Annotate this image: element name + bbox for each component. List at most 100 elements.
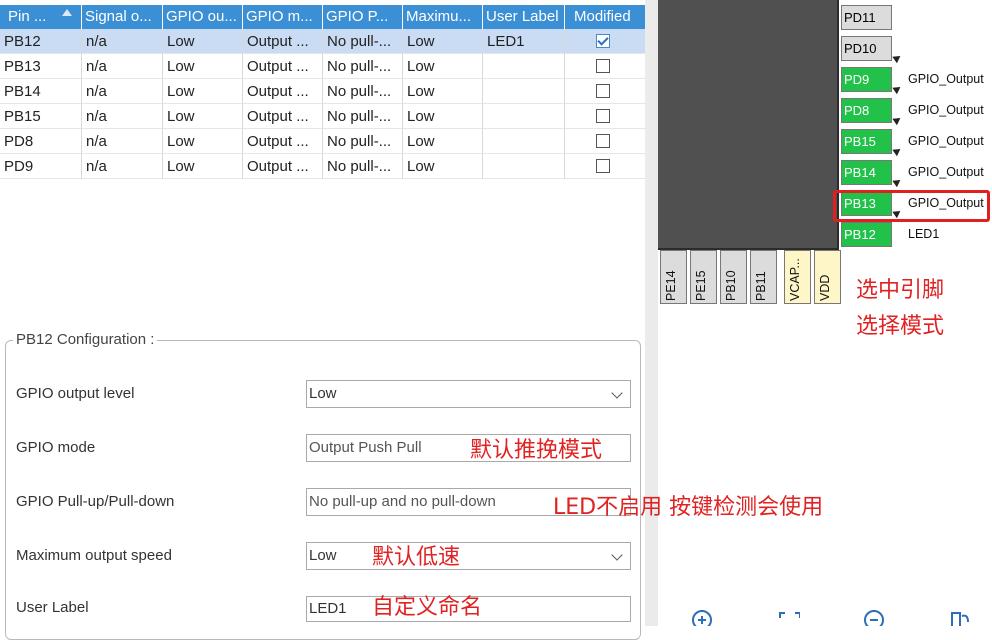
table-row[interactable]: PB14 n/a Low Output ... No pull-... Low <box>0 79 645 104</box>
modified-checkbox[interactable] <box>596 159 610 173</box>
pin-signal-label: GPIO_Output <box>908 165 984 179</box>
rotate-icon[interactable] <box>948 610 970 626</box>
cell-level: Low <box>163 54 243 79</box>
bottom-pin-label: VDD <box>818 274 832 301</box>
annotation-default-low-speed: 默认低速 <box>372 545 461 570</box>
cell-label <box>483 79 565 104</box>
table-row[interactable]: PB13 n/a Low Output ... No pull-... Low <box>0 54 645 79</box>
gpio-output-level-select[interactable]: Low <box>306 380 631 408</box>
cell-pin: PD9 <box>0 154 82 179</box>
col-max-speed-header[interactable]: Maximu... <box>403 5 483 29</box>
user-label-value: LED1 <box>309 600 347 617</box>
bottom-pin-label: PB10 <box>724 270 738 301</box>
cell-pull: No pull-... <box>323 154 403 179</box>
pin-pd11[interactable]: PD11 <box>841 5 892 30</box>
user-label-label: User Label <box>16 599 89 616</box>
chevron-down-icon <box>611 549 623 561</box>
modified-checkbox[interactable] <box>596 84 610 98</box>
col-pin-header[interactable]: Pin ... <box>0 5 82 29</box>
cell-speed: Low <box>403 129 483 154</box>
col-pin-label: Pin ... <box>8 8 47 25</box>
col-user-label-header[interactable]: User Label <box>483 5 565 29</box>
cell-speed: Low <box>403 29 483 54</box>
cell-signal: n/a <box>82 29 163 54</box>
cell-pull: No pull-... <box>323 104 403 129</box>
col-modified-header[interactable]: Modified <box>565 5 645 29</box>
pin-pd9[interactable]: PD9 <box>841 67 892 92</box>
pin-configuration-panel: Pin ... Signal o... GPIO ou... GPIO m...… <box>0 0 645 640</box>
pin-pd10[interactable]: PD10 <box>841 36 892 61</box>
gpio-output-level-label: GPIO output level <box>16 385 135 402</box>
col-gpio-pull-header[interactable]: GPIO P... <box>323 5 403 29</box>
pin-pb14[interactable]: PB14 <box>841 160 892 185</box>
cell-pull: No pull-... <box>323 79 403 104</box>
cell-signal: n/a <box>82 104 163 129</box>
pin-pb15[interactable]: PB15 <box>841 129 892 154</box>
modified-checkbox[interactable] <box>596 34 610 48</box>
cell-speed: Low <box>403 79 483 104</box>
zoom-in-icon[interactable] <box>692 610 714 626</box>
pin-signal-label: GPIO_Output <box>908 72 984 86</box>
table-row[interactable]: PD9 n/a Low Output ... No pull-... Low <box>0 154 645 179</box>
gpio-pull-label: GPIO Pull-up/Pull-down <box>16 493 175 510</box>
cell-signal: n/a <box>82 154 163 179</box>
cell-mode: Output ... <box>243 129 323 154</box>
pin-marker-icon <box>892 52 903 64</box>
cell-pin: PB15 <box>0 104 82 129</box>
bottom-pin-pe15[interactable]: PE15 <box>690 250 717 304</box>
modified-checkbox[interactable] <box>596 134 610 148</box>
max-output-speed-select[interactable]: Low <box>306 542 631 570</box>
annotation-select-pin: 选中引脚 <box>856 278 945 303</box>
max-output-speed-label: Maximum output speed <box>16 547 172 564</box>
annotation-default-push-pull: 默认推挽模式 <box>470 438 603 463</box>
modified-checkbox[interactable] <box>596 109 610 123</box>
pin-pd8[interactable]: PD8 <box>841 98 892 123</box>
pin-marker-icon <box>892 83 903 95</box>
bottom-pin-pe14[interactable]: PE14 <box>660 250 687 304</box>
table-row[interactable]: PD8 n/a Low Output ... No pull-... Low <box>0 129 645 154</box>
cell-label <box>483 129 565 154</box>
cell-pull: No pull-... <box>323 29 403 54</box>
bottom-pin-pb10[interactable]: PB10 <box>720 250 747 304</box>
zoom-out-icon[interactable] <box>864 610 886 626</box>
gpio-mode-value: Output Push Pull <box>309 439 422 456</box>
bottom-pin-pb11[interactable]: PB11 <box>750 250 777 304</box>
pin-table-header: Pin ... Signal o... GPIO ou... GPIO m...… <box>0 5 645 29</box>
pin-signal-label: GPIO_Output <box>908 103 984 117</box>
bottom-pin-vdd[interactable]: VDD <box>814 250 841 304</box>
annotation-custom-name: 自定义命名 <box>372 595 483 620</box>
col-signal-header[interactable]: Signal o... <box>82 5 163 29</box>
max-output-speed-value: Low <box>309 547 337 564</box>
cell-pull: No pull-... <box>323 129 403 154</box>
cell-pull: No pull-... <box>323 54 403 79</box>
col-gpio-output-level-header[interactable]: GPIO ou... <box>163 5 243 29</box>
bottom-pin-vcap[interactable]: VCAP... <box>784 250 811 304</box>
pin-signal-label: GPIO_Output <box>908 134 984 148</box>
pin-marker-icon <box>892 114 903 126</box>
annotation-led-no-pull: LED不启用 按键检测会使用 <box>553 495 824 520</box>
table-row[interactable]: PB12 n/a Low Output ... No pull-... Low LED1 <box>0 29 645 54</box>
table-row[interactable]: PB15 n/a Low Output ... No pull-... Low <box>0 104 645 129</box>
cell-speed: Low <box>403 54 483 79</box>
cell-level: Low <box>163 79 243 104</box>
cell-mode: Output ... <box>243 79 323 104</box>
gpio-output-level-value: Low <box>309 385 337 402</box>
cell-speed: Low <box>403 104 483 129</box>
annotation-select-mode: 选择模式 <box>856 314 945 339</box>
pin-pb12[interactable]: PB12 <box>841 222 892 247</box>
pin-marker-icon <box>892 176 903 188</box>
pin-marker-icon <box>892 145 903 157</box>
highlight-box-pb13 <box>833 190 990 222</box>
cell-speed: Low <box>403 154 483 179</box>
cell-signal: n/a <box>82 54 163 79</box>
cell-pin: PB13 <box>0 54 82 79</box>
sort-ascending-icon <box>62 9 72 16</box>
modified-checkbox[interactable] <box>596 59 610 73</box>
col-gpio-mode-header[interactable]: GPIO m... <box>243 5 323 29</box>
cell-signal: n/a <box>82 129 163 154</box>
pin-signal-label: LED1 <box>908 227 940 241</box>
panel-splitter[interactable] <box>645 0 658 626</box>
cell-mode: Output ... <box>243 54 323 79</box>
cell-level: Low <box>163 154 243 179</box>
fit-view-icon[interactable] <box>778 610 800 626</box>
